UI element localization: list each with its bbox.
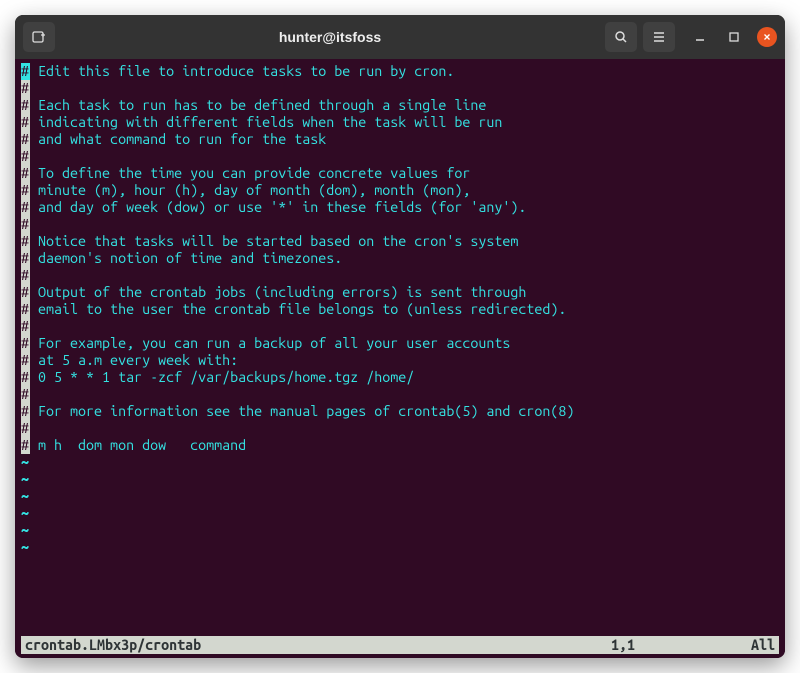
search-icon [613,29,629,45]
line-text: Output of the crontab jobs (including er… [30,284,526,300]
line-text [30,420,38,436]
maximize-button[interactable] [723,26,745,48]
minimize-icon [693,30,707,44]
line-text: minute (m), hour (h), day of month (dom)… [30,182,470,198]
window-title: hunter@itsfoss [61,29,599,45]
gutter-char: # [21,403,30,420]
editor-line: # and what command to run for the task [21,131,779,148]
gutter-char: # [21,216,30,233]
gutter-char: # [21,250,30,267]
editor-line: # and day of week (dow) or use '*' in th… [21,199,779,216]
close-button[interactable] [757,27,777,47]
menu-button[interactable] [643,22,675,52]
editor-line: # [21,386,779,403]
gutter-char: # [21,335,30,352]
editor-line: # [21,80,779,97]
line-text [30,148,38,164]
gutter-char: # [21,301,30,318]
editor-content: # Edit this file to introduce tasks to b… [21,63,779,556]
line-text: For more information see the manual page… [30,403,574,419]
editor-line: # For more information see the manual pa… [21,403,779,420]
line-text: and what command to run for the task [30,131,326,147]
line-text: Each task to run has to be defined throu… [30,97,486,113]
line-text: indicating with different fields when th… [30,114,502,130]
editor-line: # Output of the crontab jobs (including … [21,284,779,301]
gutter-char: # [21,233,30,250]
gutter-char: # [21,386,30,403]
line-text [30,267,38,283]
empty-line-tilde: ~ [21,471,779,488]
gutter-char: # [21,352,30,369]
editor-line: # email to the user the crontab file bel… [21,301,779,318]
gutter-char: # [21,131,30,148]
new-tab-button[interactable] [23,22,55,52]
line-text: 0 5 * * 1 tar -zcf /var/backups/home.tgz… [30,369,414,385]
editor-line: # [21,420,779,437]
line-text [30,318,38,334]
gutter-char: # [21,420,30,437]
cursor: # [21,63,30,80]
gutter-char: # [21,267,30,284]
editor-line: # [21,148,779,165]
editor-line: # Notice that tasks will be started base… [21,233,779,250]
titlebar: hunter@itsfoss [15,15,785,59]
line-text: and day of week (dow) or use '*' in thes… [30,199,526,215]
editor-line: # Edit this file to introduce tasks to b… [21,63,779,80]
window-controls [689,26,777,48]
line-text: email to the user the crontab file belon… [30,301,566,317]
hamburger-icon [651,29,667,45]
terminal-window: hunter@itsfoss [15,15,785,658]
line-text [30,386,38,402]
status-filename: crontab.LMbx3p/crontab [25,636,611,654]
gutter-char: # [21,148,30,165]
editor-line: # daemon's notion of time and timezones. [21,250,779,267]
search-button[interactable] [605,22,637,52]
gutter-char: # [21,165,30,182]
editor-line: # [21,267,779,284]
editor-line: # Each task to run has to be defined thr… [21,97,779,114]
gutter-char: # [21,318,30,335]
gutter-char: # [21,284,30,301]
line-text: Notice that tasks will be started based … [30,233,518,249]
maximize-icon [727,30,741,44]
status-position: 1,1 [611,636,751,654]
empty-line-tilde: ~ [21,454,779,471]
line-text: daemon's notion of time and timezones. [30,250,342,266]
empty-line-tilde: ~ [21,505,779,522]
editor-line: # To define the time you can provide con… [21,165,779,182]
empty-line-tilde: ~ [21,488,779,505]
editor-line: # m h dom mon dow command [21,437,779,454]
close-icon [762,32,772,42]
status-scroll: All [751,636,775,654]
gutter-char: # [21,80,30,97]
editor-line: # at 5 a.m every week with: [21,352,779,369]
gutter-char: # [21,369,30,386]
editor-line: # [21,318,779,335]
new-tab-icon [31,29,47,45]
empty-line-tilde: ~ [21,539,779,556]
vim-status-bar: crontab.LMbx3p/crontab 1,1 All [21,636,779,654]
line-text [30,80,38,96]
terminal-body[interactable]: # Edit this file to introduce tasks to b… [15,59,785,658]
editor-line: # indicating with different fields when … [21,114,779,131]
line-text: m h dom mon dow command [30,437,246,453]
minimize-button[interactable] [689,26,711,48]
gutter-char: # [21,114,30,131]
line-text [30,216,38,232]
line-text: Edit this file to introduce tasks to be … [30,63,454,79]
empty-line-tilde: ~ [21,522,779,539]
gutter-char: # [21,437,30,454]
editor-line: # minute (m), hour (h), day of month (do… [21,182,779,199]
editor-line: # 0 5 * * 1 tar -zcf /var/backups/home.t… [21,369,779,386]
editor-line: # For example, you can run a backup of a… [21,335,779,352]
line-text: To define the time you can provide concr… [30,165,470,181]
line-text: For example, you can run a backup of all… [30,335,510,351]
gutter-char: # [21,97,30,114]
editor-line: # [21,216,779,233]
line-text: at 5 a.m every week with: [30,352,238,368]
gutter-char: # [21,182,30,199]
gutter-char: # [21,199,30,216]
